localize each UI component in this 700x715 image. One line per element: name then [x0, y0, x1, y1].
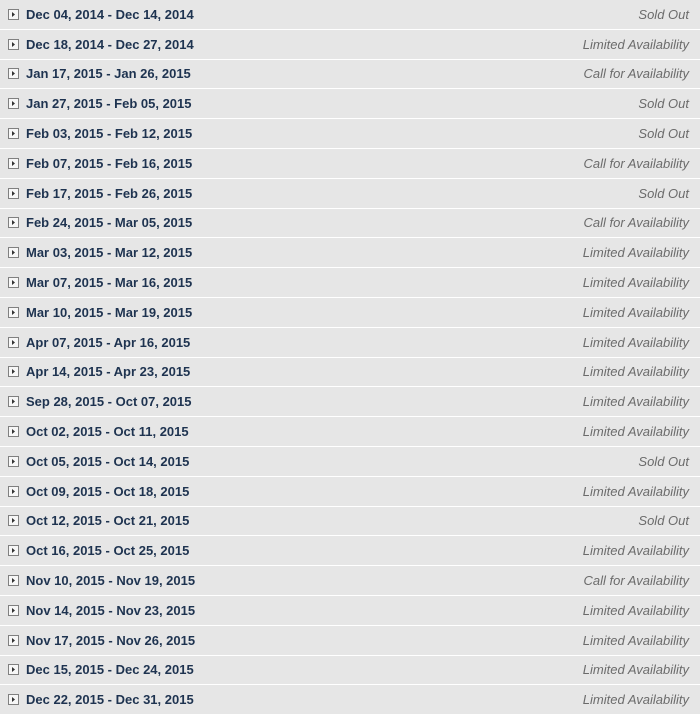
availability-status: Limited Availability: [582, 602, 689, 618]
departure-row[interactable]: Oct 16, 2015 - Oct 25, 2015 Limited Avai…: [0, 536, 700, 567]
expand-arrow-icon[interactable]: [8, 8, 19, 20]
expand-arrow-icon[interactable]: [8, 217, 19, 229]
departure-row[interactable]: Oct 12, 2015 - Oct 21, 2015 Sold Out: [0, 506, 700, 537]
departure-row[interactable]: Dec 04, 2014 - Dec 14, 2014 Sold Out: [0, 0, 700, 30]
availability-status: Limited Availability: [582, 483, 689, 499]
departure-dates: Dec 22, 2015 - Dec 31, 2015: [26, 692, 194, 708]
availability-status: Limited Availability: [582, 275, 689, 291]
departure-dates: Dec 04, 2014 - Dec 14, 2014: [26, 6, 194, 22]
availability-status: Call for Availability: [583, 155, 690, 171]
availability-status: Limited Availability: [582, 394, 689, 410]
departure-row[interactable]: Jan 27, 2015 - Feb 05, 2015 Sold Out: [0, 89, 700, 120]
departure-row[interactable]: Mar 03, 2015 - Mar 12, 2015 Limited Avai…: [0, 238, 700, 269]
departure-row[interactable]: Oct 05, 2015 - Oct 14, 2015 Sold Out: [0, 446, 700, 477]
availability-status: Limited Availability: [582, 334, 689, 350]
departure-row[interactable]: Oct 02, 2015 - Oct 11, 2015 Limited Avai…: [0, 417, 700, 447]
availability-status: Sold Out: [638, 96, 689, 112]
departure-row[interactable]: Oct 09, 2015 - Oct 18, 2015 Limited Avai…: [0, 476, 700, 507]
expand-arrow-icon[interactable]: [8, 187, 19, 199]
expand-arrow-icon[interactable]: [8, 68, 19, 80]
departure-dates: Feb 07, 2015 - Feb 16, 2015: [26, 155, 193, 171]
expand-arrow-icon[interactable]: [8, 575, 19, 587]
departure-row[interactable]: Feb 07, 2015 - Feb 16, 2015 Call for Ava…: [0, 148, 700, 179]
departure-row[interactable]: Dec 18, 2014 - Dec 27, 2014 Limited Avai…: [0, 29, 700, 60]
departure-list: Dec 04, 2014 - Dec 14, 2014 Sold Out Dec…: [0, 0, 700, 715]
departure-row[interactable]: Mar 07, 2015 - Mar 16, 2015 Limited Avai…: [0, 268, 700, 298]
departure-dates: Feb 03, 2015 - Feb 12, 2015: [26, 126, 193, 142]
departure-dates: Mar 07, 2015 - Mar 16, 2015: [26, 275, 193, 291]
availability-status: Sold Out: [638, 453, 689, 469]
departure-dates: Feb 24, 2015 - Mar 05, 2015: [26, 215, 193, 231]
availability-status: Sold Out: [638, 185, 689, 201]
expand-arrow-icon[interactable]: [8, 426, 19, 438]
departure-dates: Apr 14, 2015 - Apr 23, 2015: [26, 364, 191, 380]
availability-status: Limited Availability: [582, 245, 689, 261]
availability-status: Limited Availability: [582, 543, 689, 559]
expand-arrow-icon[interactable]: [8, 455, 19, 467]
availability-status: Limited Availability: [582, 692, 689, 708]
expand-arrow-icon[interactable]: [8, 634, 19, 646]
expand-arrow-icon[interactable]: [8, 664, 19, 676]
availability-status: Limited Availability: [582, 364, 689, 380]
departure-row[interactable]: Feb 24, 2015 - Mar 05, 2015 Call for Ava…: [0, 208, 700, 239]
departure-row[interactable]: Dec 22, 2015 - Dec 31, 2015 Limited Avai…: [0, 685, 700, 715]
expand-arrow-icon[interactable]: [8, 366, 19, 378]
availability-status: Limited Availability: [582, 36, 689, 52]
expand-arrow-icon[interactable]: [8, 128, 19, 140]
departure-row[interactable]: Sep 28, 2015 - Oct 07, 2015 Limited Avai…: [0, 387, 700, 418]
departure-dates: Sep 28, 2015 - Oct 07, 2015: [26, 394, 192, 410]
departure-dates: Oct 05, 2015 - Oct 14, 2015: [26, 453, 190, 469]
availability-status: Limited Availability: [582, 304, 689, 320]
departure-row[interactable]: Feb 17, 2015 - Feb 26, 2015 Sold Out: [0, 178, 700, 209]
departure-dates: Jan 17, 2015 - Jan 26, 2015: [26, 66, 191, 82]
departure-dates: Nov 14, 2015 - Nov 23, 2015: [26, 602, 196, 618]
expand-arrow-icon[interactable]: [8, 306, 19, 318]
departure-dates: Nov 10, 2015 - Nov 19, 2015: [26, 573, 196, 589]
departure-dates: Oct 02, 2015 - Oct 11, 2015: [26, 424, 189, 440]
departure-dates: Dec 15, 2015 - Dec 24, 2015: [26, 662, 194, 678]
expand-arrow-icon[interactable]: [8, 485, 19, 497]
departure-dates: Oct 12, 2015 - Oct 21, 2015: [26, 513, 190, 529]
expand-arrow-icon[interactable]: [8, 545, 19, 557]
expand-arrow-icon[interactable]: [8, 694, 19, 706]
departure-dates: Nov 17, 2015 - Nov 26, 2015: [26, 632, 196, 648]
availability-status: Limited Availability: [582, 632, 689, 648]
expand-arrow-icon[interactable]: [8, 157, 19, 169]
departure-row[interactable]: Nov 14, 2015 - Nov 23, 2015 Limited Avai…: [0, 595, 700, 626]
availability-status: Sold Out: [638, 6, 689, 22]
availability-status: Sold Out: [638, 513, 689, 529]
departure-dates: Dec 18, 2014 - Dec 27, 2014: [26, 36, 194, 52]
departure-row[interactable]: Mar 10, 2015 - Mar 19, 2015 Limited Avai…: [0, 297, 700, 328]
availability-status: Limited Availability: [582, 662, 689, 678]
departure-dates: Mar 03, 2015 - Mar 12, 2015: [26, 245, 193, 261]
departure-dates: Oct 09, 2015 - Oct 18, 2015: [26, 483, 190, 499]
departure-dates: Feb 17, 2015 - Feb 26, 2015: [26, 185, 193, 201]
departure-row[interactable]: Apr 14, 2015 - Apr 23, 2015 Limited Avai…: [0, 357, 700, 388]
availability-status: Call for Availability: [583, 66, 690, 82]
departure-row[interactable]: Nov 10, 2015 - Nov 19, 2015 Call for Ava…: [0, 566, 700, 596]
departure-row[interactable]: Dec 15, 2015 - Dec 24, 2015 Limited Avai…: [0, 655, 700, 686]
expand-arrow-icon[interactable]: [8, 98, 19, 110]
expand-arrow-icon[interactable]: [8, 38, 19, 50]
expand-arrow-icon[interactable]: [8, 396, 19, 408]
availability-status: Call for Availability: [583, 573, 690, 589]
departure-row[interactable]: Jan 17, 2015 - Jan 26, 2015 Call for Ava…: [0, 59, 700, 90]
departure-dates: Oct 16, 2015 - Oct 25, 2015: [26, 543, 190, 559]
expand-arrow-icon[interactable]: [8, 515, 19, 527]
expand-arrow-icon[interactable]: [8, 277, 19, 289]
availability-status: Call for Availability: [583, 215, 690, 231]
availability-status: Limited Availability: [582, 424, 689, 440]
availability-status: Sold Out: [638, 126, 689, 142]
departure-dates: Jan 27, 2015 - Feb 05, 2015: [26, 96, 192, 112]
departure-row[interactable]: Nov 17, 2015 - Nov 26, 2015 Limited Avai…: [0, 625, 700, 656]
departure-dates: Mar 10, 2015 - Mar 19, 2015: [26, 304, 193, 320]
expand-arrow-icon[interactable]: [8, 604, 19, 616]
departure-row[interactable]: Apr 07, 2015 - Apr 16, 2015 Limited Avai…: [0, 327, 700, 358]
expand-arrow-icon[interactable]: [8, 336, 19, 348]
departure-dates: Apr 07, 2015 - Apr 16, 2015: [26, 334, 191, 350]
expand-arrow-icon[interactable]: [8, 247, 19, 259]
departure-row[interactable]: Feb 03, 2015 - Feb 12, 2015 Sold Out: [0, 119, 700, 149]
